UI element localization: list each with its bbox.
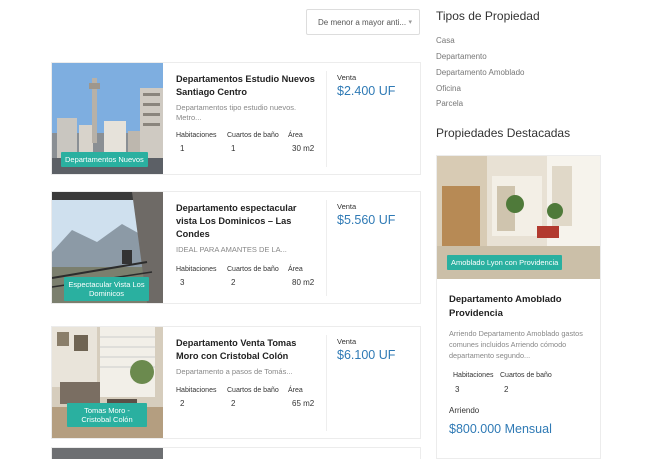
listing-photo[interactable]: Tomas Moro - Cristobal Colón (52, 327, 163, 438)
baths-value: 2 (504, 385, 509, 394)
area-label: Área (288, 132, 303, 139)
featured-title[interactable]: Departamento Amoblado Providencia (449, 293, 589, 321)
operation-type: Venta (337, 202, 357, 211)
sort-select[interactable]: De menor a mayor anti... ▾ (306, 9, 420, 35)
listing-price: $6.100 UF (337, 348, 396, 362)
listing-title[interactable]: Departamentos Estudio Nuevos Santiago Ce… (176, 73, 316, 99)
area-value: 65 m2 (292, 399, 315, 408)
featured-description: Arriendo Departamento Amoblado gastos co… (449, 329, 583, 360)
listing-card[interactable]: Departamentos Nuevos Departamentos Estud… (51, 62, 421, 175)
baths-label: Cuartos de baño (227, 132, 279, 139)
listing-price: $2.400 UF (337, 84, 396, 98)
listing-title[interactable]: Departamento Venta Tomas Moro con Cristo… (176, 337, 316, 363)
listing-card[interactable]: Espectacular Vista Los Dominicos Departa… (51, 191, 421, 304)
type-link-oficina[interactable]: Oficina (436, 84, 461, 93)
rooms-value: 3 (455, 385, 460, 394)
listing-description: Departamentos tipo estudio nuevos. Metro… (176, 103, 297, 122)
operation-type: Venta (337, 73, 357, 82)
listing-photo[interactable] (52, 448, 163, 459)
featured-price: $800.000 Mensual (449, 422, 552, 436)
type-link-parcela[interactable]: Parcela (436, 99, 463, 108)
rooms-label: Habitaciones (453, 372, 494, 379)
listing-badge: Departamentos Nuevos (61, 152, 148, 167)
featured-heading: Propiedades Destacadas (436, 126, 571, 140)
listing-card[interactable] (51, 447, 421, 459)
baths-value: 1 (231, 144, 236, 153)
area-label: Área (288, 387, 303, 394)
rooms-label: Habitaciones (176, 266, 217, 273)
operation-type: Arriendo (449, 406, 480, 415)
listing-title[interactable]: Departamento espectacular vista Los Domi… (176, 202, 316, 241)
featured-photo[interactable]: Amoblado Lyon con Providencia (437, 156, 600, 279)
listing-description: Departamento a pasos de Tomás... (176, 367, 293, 376)
baths-label: Cuartos de baño (500, 372, 552, 379)
sort-select-value: De menor a mayor anti... (318, 18, 407, 27)
featured-card[interactable]: Amoblado Lyon con Providencia Departamen… (436, 155, 601, 459)
listing-card[interactable]: Tomas Moro - Cristobal Colón Departament… (51, 326, 421, 439)
rooms-label: Habitaciones (176, 132, 217, 139)
area-value: 30 m2 (292, 144, 315, 153)
baths-value: 2 (231, 278, 236, 287)
divider (326, 200, 327, 296)
baths-label: Cuartos de baño (227, 266, 279, 273)
listing-description: IDEAL PARA AMANTES DE LA... (176, 245, 287, 254)
listing-badge: Espectacular Vista Los Dominicos (64, 277, 149, 301)
divider (326, 71, 327, 167)
baths-label: Cuartos de baño (227, 387, 279, 394)
listing-price: $5.560 UF (337, 213, 396, 227)
type-link-departamento[interactable]: Departamento (436, 52, 487, 61)
type-link-departamento-amoblado[interactable]: Departamento Amoblado (436, 68, 525, 77)
rooms-value: 2 (180, 399, 185, 408)
type-link-casa[interactable]: Casa (436, 36, 455, 45)
area-value: 80 m2 (292, 278, 315, 287)
property-types-heading: Tipos de Propiedad (436, 9, 540, 23)
baths-value: 2 (231, 399, 236, 408)
operation-type: Venta (337, 337, 357, 346)
chevron-down-icon: ▾ (408, 19, 412, 26)
rooms-value: 1 (180, 144, 185, 153)
rooms-value: 3 (180, 278, 185, 287)
featured-badge: Amoblado Lyon con Providencia (447, 255, 563, 270)
area-label: Área (288, 266, 303, 273)
listing-photo[interactable]: Espectacular Vista Los Dominicos (52, 192, 163, 303)
rooms-label: Habitaciones (176, 387, 217, 394)
listing-badge: Tomas Moro - Cristobal Colón (67, 403, 147, 427)
divider (326, 335, 327, 431)
listing-photo[interactable]: Departamentos Nuevos (52, 63, 163, 174)
